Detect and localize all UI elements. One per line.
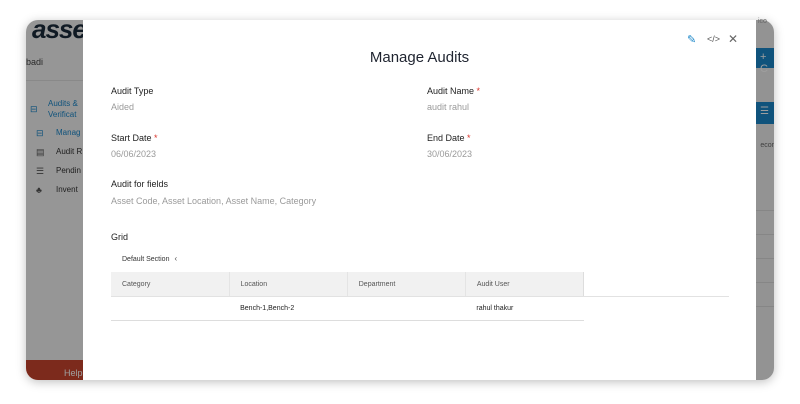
required-marker: * [476, 86, 481, 96]
audit-name-value: audit rahul [427, 102, 470, 112]
required-marker: * [154, 133, 158, 143]
audit-type-value: Aided [111, 102, 135, 112]
code-icon[interactable]: </> [707, 34, 720, 44]
end-date-label: End Date * [427, 133, 471, 143]
cell-category [111, 296, 230, 321]
audit-grid-table: Category Location Department Audit User … [111, 272, 585, 321]
app-window: asse badi ⊟ Audits & Verificat ⊟ Manag ▤… [26, 20, 774, 380]
section-tab-label: Default Section [122, 256, 170, 263]
column-header-location[interactable]: Location [229, 272, 348, 296]
audit-fields-value: Asset Code, Asset Location, Asset Name, … [111, 196, 317, 206]
close-icon[interactable]: ✕ [728, 32, 738, 46]
top-right-text: ico [758, 18, 767, 25]
column-header-department[interactable]: Department [347, 272, 466, 296]
default-section-tab[interactable]: Default Section ‹ [122, 254, 177, 263]
required-marker: * [467, 133, 471, 143]
cell-location: Bench-1,Bench-2 [229, 296, 348, 321]
table-row[interactable]: Bench-1,Bench-2 rahul thakur [111, 296, 584, 321]
edit-icon[interactable]: ✎ [687, 33, 696, 46]
chevron-left-icon[interactable]: ‹ [174, 254, 177, 263]
grid-label: Grid [111, 232, 129, 242]
table-header-row: Category Location Department Audit User [111, 272, 585, 296]
modal-title: Manage Audits [369, 49, 470, 66]
start-date-label: Start Date * [111, 133, 158, 143]
audit-fields-label: Audit for fields [111, 179, 169, 189]
start-date-value: 06/06/2023 [111, 149, 157, 159]
cell-audit-user: rahul thakur [465, 296, 584, 321]
column-header-category[interactable]: Category [111, 272, 230, 296]
manage-audits-modal: Manage Audits ✎ </> ✕ Audit Type Aided A… [83, 20, 756, 380]
audit-type-label: Audit Type [111, 86, 154, 96]
column-header-audit-user[interactable]: Audit User [465, 272, 585, 296]
end-date-value: 30/06/2023 [427, 149, 473, 159]
audit-name-label: Audit Name * [427, 86, 481, 96]
cell-department [347, 296, 466, 321]
